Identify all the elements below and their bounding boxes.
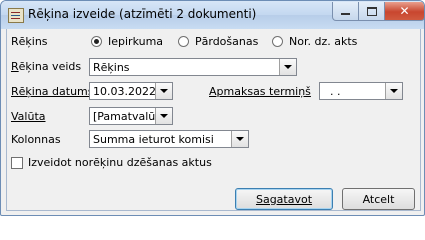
radio-sales[interactable]: Pārdošanas: [178, 35, 258, 48]
radio-purchase[interactable]: Iepirkuma: [91, 35, 163, 48]
radio-settlement-act[interactable]: Nor. dz. akts: [272, 35, 357, 48]
invoice-date-field[interactable]: 10.03.2022: [89, 82, 173, 100]
settlement-acts-label: Izveidot norēķinu dzēšanas aktus: [28, 156, 212, 169]
due-date-field[interactable]: . .: [319, 82, 403, 100]
create-button-label: Sagatavot: [255, 192, 313, 206]
dialog-window: Rēķina izveide (atzīmēti 2 dokumenti) ✕ …: [0, 0, 425, 216]
radio-settlement-act-label: Nor. dz. akts: [289, 35, 358, 48]
columns-label: Kolonnas: [11, 133, 61, 146]
cancel-button[interactable]: Atcelt: [342, 188, 415, 210]
title-bar[interactable]: Rēķina izveide (atzīmēti 2 dokumenti) ✕: [1, 1, 424, 29]
columns-dropdown-button[interactable]: [231, 131, 248, 147]
cancel-button-label: Atcelt: [362, 192, 395, 206]
dialog-body: Rēķins Iepirkuma Pārdošanas Nor. dz. akt…: [6, 29, 421, 211]
radio-sales-label: Pārdošanas: [195, 35, 259, 48]
window-title: Rēķina izveide (atzīmēti 2 dokumenti): [28, 7, 257, 21]
invoice-kind-select[interactable]: Rēķins: [89, 58, 297, 76]
chevron-down-icon: [390, 89, 398, 93]
invoice-date-dropdown-button[interactable]: [155, 83, 172, 99]
chevron-down-icon: [160, 89, 168, 93]
invoice-kind-dropdown-button[interactable]: [279, 59, 296, 75]
radio-purchase-indicator[interactable]: [91, 36, 102, 47]
minimize-icon: [341, 13, 350, 15]
invoice-date-value: 10.03.2022: [93, 85, 156, 98]
currency-label: Valūta: [11, 110, 46, 123]
due-date-dropdown-button[interactable]: [385, 83, 402, 99]
maximize-icon: [366, 6, 377, 16]
chevron-down-icon: [160, 114, 168, 118]
app-icon: [8, 8, 24, 23]
chevron-down-icon: [236, 137, 244, 141]
maximize-button[interactable]: [359, 2, 385, 21]
radio-purchase-label: Iepirkuma: [108, 35, 164, 48]
invoice-kind-label: Rēķina veids: [11, 60, 82, 73]
radio-settlement-act-indicator[interactable]: [272, 36, 283, 47]
due-date-label: Apmaksas termiņš: [209, 85, 311, 98]
type-label: Rēķins: [11, 35, 48, 48]
due-date-value: . .: [330, 85, 341, 98]
currency-select[interactable]: [Pamatvalūta]: [89, 107, 173, 125]
radio-sales-indicator[interactable]: [178, 36, 189, 47]
settlement-acts-checkbox[interactable]: [11, 157, 23, 169]
close-icon: ✕: [399, 4, 410, 18]
invoice-kind-value: Rēķins: [93, 61, 130, 74]
columns-value: Summa ieturot komisi: [93, 133, 214, 146]
currency-dropdown-button[interactable]: [155, 108, 172, 124]
minimize-button[interactable]: [332, 2, 359, 21]
chevron-down-icon: [284, 65, 292, 69]
invoice-date-label: Rēķina datums: [11, 85, 94, 98]
close-button[interactable]: ✕: [385, 2, 424, 21]
create-button[interactable]: Sagatavot: [235, 188, 333, 210]
columns-select[interactable]: Summa ieturot komisi: [89, 130, 249, 148]
